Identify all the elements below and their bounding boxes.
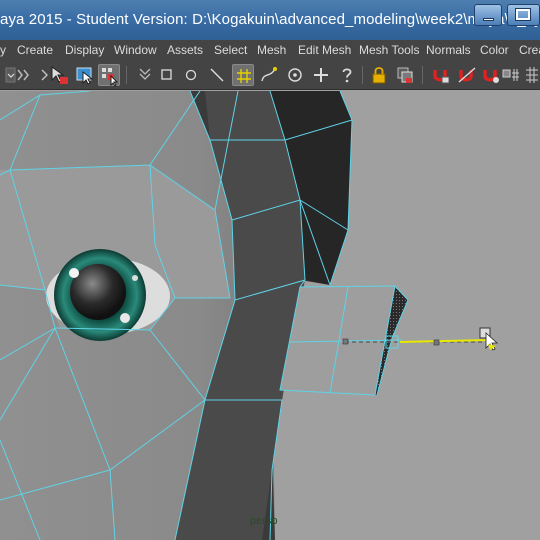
move-icon (314, 68, 328, 82)
snap-grid-tool[interactable] (232, 64, 254, 86)
menu-create-partial[interactable]: Crea (519, 40, 540, 60)
select-by-hierarchy-icon (51, 66, 68, 84)
window-title: aya 2015 - Student Version: D:\Kogakuin\… (0, 11, 540, 28)
snap-point-icon (288, 68, 302, 82)
menu-bar: y Create Display Window Assets Select Me… (0, 40, 540, 60)
perspective-viewport[interactable]: persp (0, 91, 540, 540)
magnet-off-icon (458, 67, 476, 83)
lock-tool[interactable] (368, 64, 390, 86)
square-tool[interactable] (156, 64, 178, 86)
circle-icon (185, 69, 197, 81)
magnet-surface-tool[interactable] (480, 64, 502, 86)
move-tool[interactable] (310, 64, 332, 86)
menu-color[interactable]: Color (480, 40, 509, 60)
eye-highlight (132, 275, 138, 281)
maximize-icon (516, 9, 530, 20)
maximize-button[interactable] (507, 4, 540, 26)
menu-normals[interactable]: Normals (426, 40, 471, 60)
select-by-object-icon (76, 67, 94, 85)
menu-display[interactable]: Display (65, 40, 104, 60)
shelf-separator (422, 66, 423, 84)
filter-tool[interactable] (134, 64, 156, 86)
history-tool[interactable] (14, 64, 36, 86)
eye-highlight (69, 268, 79, 278)
menu-edit-mesh[interactable]: Edit Mesh (298, 40, 351, 60)
menu-mesh-tools[interactable]: Mesh Tools (359, 40, 419, 60)
magnet-icon (433, 70, 450, 84)
help-icon (342, 68, 352, 83)
select-by-object-tool[interactable] (74, 64, 96, 86)
menu-window[interactable]: Window (114, 40, 157, 60)
circle-tool[interactable] (180, 64, 202, 86)
camera-label: persp (250, 515, 278, 527)
magnet-off-tool[interactable] (456, 64, 478, 86)
snap-curve-tool[interactable] (258, 64, 280, 86)
lock-icon (372, 67, 386, 84)
line-icon (210, 68, 224, 82)
select-by-component-icon (102, 68, 119, 87)
grid-icon (526, 67, 538, 83)
shelf-separator (126, 66, 127, 84)
render-tool[interactable] (500, 64, 522, 86)
select-by-hierarchy-tool[interactable] (48, 64, 70, 86)
menu-mesh[interactable]: Mesh (257, 40, 286, 60)
menu-create[interactable]: Create (17, 40, 53, 60)
title-bar: aya 2015 - Student Version: D:\Kogakuin\… (0, 0, 540, 40)
menu-partial-item[interactable]: y (0, 40, 6, 60)
shelf-separator (362, 66, 363, 84)
snap-point-tool[interactable] (284, 64, 306, 86)
status-line (0, 60, 540, 90)
snap-grid-icon (237, 69, 251, 83)
minimize-button[interactable] (474, 4, 502, 26)
menu-assets[interactable]: Assets (167, 40, 203, 60)
eye-highlight (120, 313, 130, 323)
square-icon (161, 69, 172, 80)
mode-dropdown[interactable] (0, 64, 16, 86)
select-by-component-tool[interactable] (98, 64, 120, 87)
construction-history-icon (397, 67, 413, 83)
chevron-down-icon (139, 68, 151, 80)
magnet-surface-icon (483, 70, 499, 83)
snap-curve-icon (261, 67, 277, 82)
line-tool[interactable] (206, 64, 228, 86)
render-settings-tool[interactable] (524, 64, 540, 86)
history-icon (17, 69, 29, 81)
render-icon (502, 69, 519, 81)
minimize-icon (483, 18, 494, 21)
menu-select[interactable]: Select (214, 40, 247, 60)
construction-history-tool[interactable] (394, 64, 416, 86)
magnet-tool[interactable] (430, 64, 452, 86)
help-tool[interactable] (336, 64, 358, 86)
arrow-tool[interactable] (34, 64, 49, 86)
viewport-canvas (0, 91, 540, 540)
